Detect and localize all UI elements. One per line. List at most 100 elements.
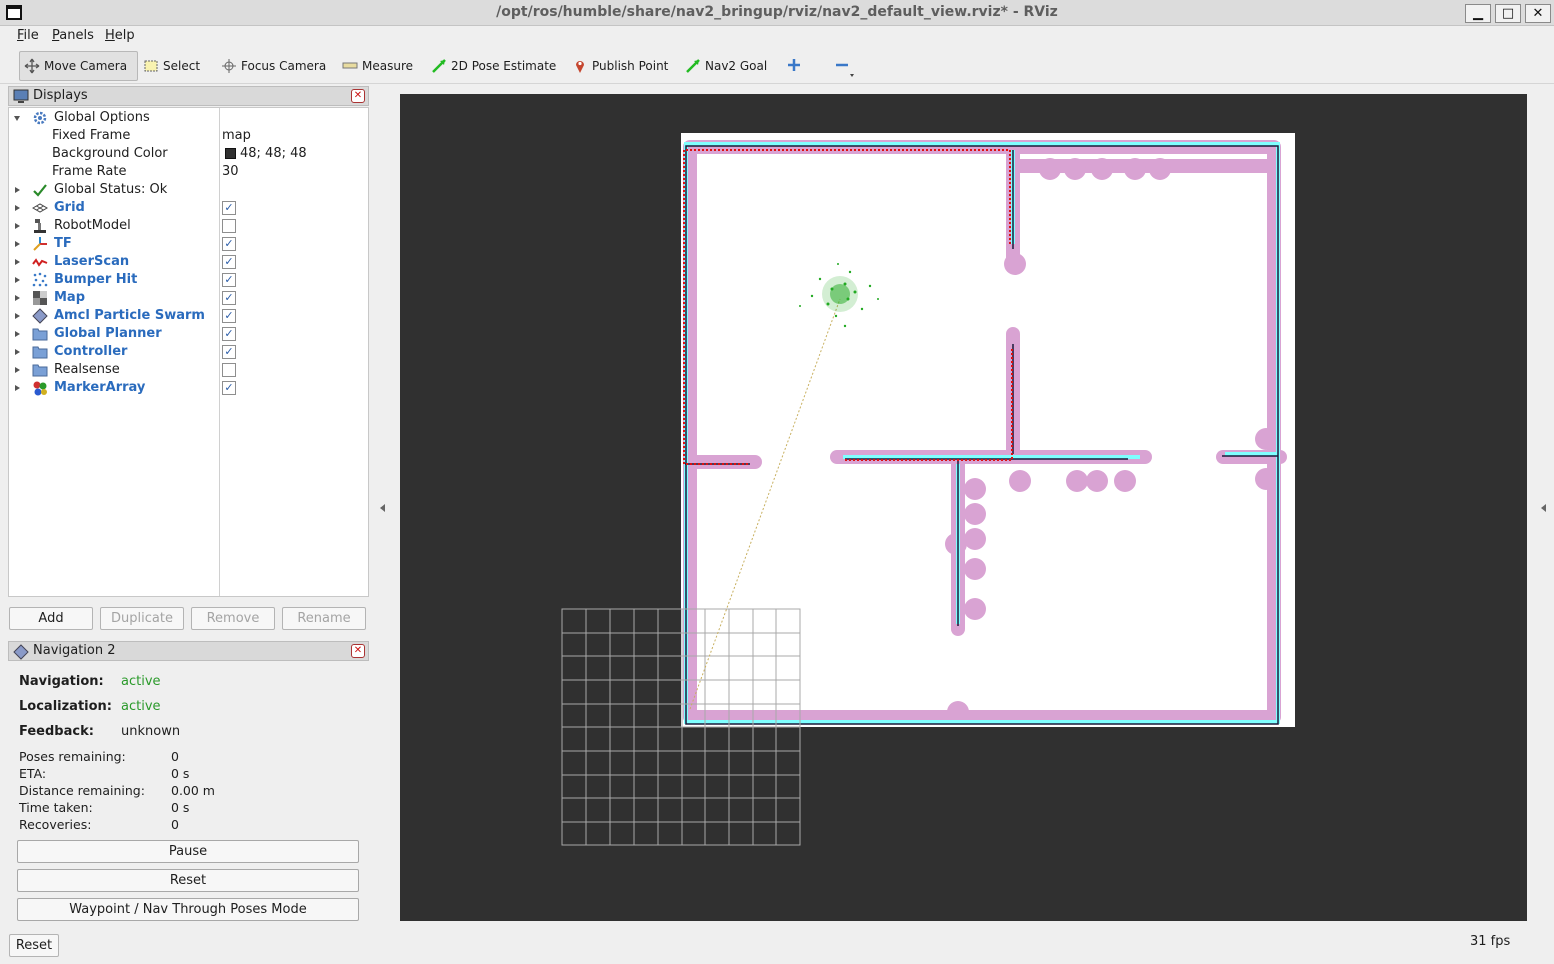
add-display-button[interactable]: Add [9,607,93,630]
expand-arrow-icon[interactable] [15,259,20,265]
tree-row-amcl-particle-swarm[interactable]: Amcl Particle Swarm ✓ [9,307,368,325]
tf-icon [32,236,48,252]
menu-panels[interactable]: Panels [52,28,94,43]
tool-move-camera[interactable]: Move Camera [19,51,138,81]
expand-arrow-icon[interactable] [14,116,20,121]
map-checkbox[interactable]: ✓ [222,291,236,305]
tree-row-background-color[interactable]: Background Color 48; 48; 48 [9,145,368,163]
menu-file[interactable]: File [17,28,39,43]
nav-reset-button[interactable]: Reset [17,869,359,892]
pose-estimate-icon [431,58,447,74]
grid-icon [31,200,49,216]
tool-focus-camera[interactable]: Focus Camera [217,51,330,81]
close-displays-panel-icon[interactable]: ✕ [351,89,365,103]
tree-row-frame-rate[interactable]: Frame Rate 30 [9,163,368,181]
remove-tool-button[interactable] [834,57,856,79]
navigation-status: active [121,674,161,689]
fixed-frame-value[interactable]: map [222,127,251,145]
map-area [681,133,1295,727]
laserscan-checkbox[interactable]: ✓ [222,255,236,269]
add-tool-button[interactable] [786,57,802,73]
controller-checkbox[interactable]: ✓ [222,345,236,359]
close-icon: ✕ [1532,6,1544,21]
tree-row-tf[interactable]: TF ✓ [9,235,368,253]
render-viewport[interactable] [400,94,1527,921]
recoveries-value: 0 [171,817,179,832]
waypoint-mode-button[interactable]: Waypoint / Nav Through Poses Mode [17,898,359,921]
displays-panel-title: Displays [33,88,88,103]
tool-measure[interactable]: Measure [338,51,417,81]
tool-select[interactable]: Select [139,51,204,81]
move-camera-icon [24,58,40,74]
duplicate-display-button[interactable]: Duplicate [100,607,184,630]
markerarray-checkbox[interactable]: ✓ [222,381,236,395]
collapse-left-dock-arrow-icon[interactable] [380,504,385,512]
measure-icon [342,58,358,74]
navigation-label: Navigation: [19,674,104,689]
expand-arrow-icon[interactable] [15,385,20,391]
remove-display-button[interactable]: Remove [191,607,275,630]
distance-remaining-label: Distance remaining: [19,783,145,798]
rename-display-button[interactable]: Rename [282,607,366,630]
eta-value: 0 s [171,766,190,781]
tree-row-controller[interactable]: Controller ✓ [9,343,368,361]
expand-arrow-icon[interactable] [15,367,20,373]
pause-button[interactable]: Pause [17,840,359,863]
tree-row-markerarray[interactable]: MarkerArray ✓ [9,379,368,397]
distance-remaining-value: 0.00 m [171,783,215,798]
folder-icon [32,362,48,378]
tree-row-global-options[interactable]: Global Options [9,109,368,127]
expand-arrow-icon[interactable] [15,205,20,211]
tool-nav2-goal[interactable]: Nav2 Goal [681,51,771,81]
close-window-button[interactable]: ✕ [1525,4,1551,23]
tree-row-realsense[interactable]: Realsense [9,361,368,379]
expand-arrow-icon[interactable] [15,349,20,355]
minimize-button[interactable]: ▁ [1465,4,1491,23]
tree-row-laserscan[interactable]: LaserScan ✓ [9,253,368,271]
navigation-panel-header: Navigation 2 ✕ [8,641,369,661]
menu-bar: File Panels Help [0,26,1554,46]
publish-point-icon [572,58,588,74]
tree-row-grid[interactable]: Grid ✓ [9,199,368,217]
color-swatch[interactable] [225,148,236,159]
recoveries-label: Recoveries: [19,817,92,832]
bumper-hit-checkbox[interactable]: ✓ [222,273,236,287]
tree-row-global-planner[interactable]: Global Planner ✓ [9,325,368,343]
fps-counter: 31 fps [1470,934,1511,949]
tool-2d-pose-estimate[interactable]: 2D Pose Estimate [427,51,560,81]
tree-row-fixed-frame[interactable]: Fixed Frame map [9,127,368,145]
displays-panel-header: Displays ✕ [8,86,369,106]
robotmodel-checkbox[interactable] [222,219,236,233]
navigation-panel-title: Navigation 2 [33,643,116,658]
laserscan-icon [32,254,48,270]
maximize-button[interactable]: □ [1495,4,1521,23]
expand-arrow-icon[interactable] [15,331,20,337]
close-navigation-panel-icon[interactable]: ✕ [351,644,365,658]
expand-arrow-icon[interactable] [15,223,20,229]
marker-array-icon [32,380,48,396]
frame-rate-value[interactable]: 30 [222,163,239,181]
tf-checkbox[interactable]: ✓ [222,237,236,251]
collapse-right-dock-arrow-icon[interactable] [1541,504,1546,512]
status-reset-button[interactable]: Reset [9,934,59,957]
minimize-icon: ▁ [1473,6,1483,21]
tree-row-map[interactable]: Map ✓ [9,289,368,307]
expand-arrow-icon[interactable] [15,187,20,193]
tool-publish-point[interactable]: Publish Point [568,51,672,81]
scene-canvas[interactable] [400,94,1527,921]
expand-arrow-icon[interactable] [15,241,20,247]
tree-row-robotmodel[interactable]: RobotModel [9,217,368,235]
expand-arrow-icon[interactable] [15,295,20,301]
menu-help[interactable]: Help [105,28,135,43]
eta-label: ETA: [19,766,47,781]
tree-row-global-status[interactable]: Global Status: Ok [9,181,368,199]
expand-arrow-icon[interactable] [15,313,20,319]
amcl-particle-swarm-checkbox[interactable]: ✓ [222,309,236,323]
grid-checkbox[interactable]: ✓ [222,201,236,215]
expand-arrow-icon[interactable] [15,277,20,283]
global-planner-checkbox[interactable]: ✓ [222,327,236,341]
background-color-value[interactable]: 48; 48; 48 [240,145,307,163]
realsense-checkbox[interactable] [222,363,236,377]
tree-row-bumper-hit[interactable]: Bumper Hit ✓ [9,271,368,289]
folder-icon [32,344,48,360]
